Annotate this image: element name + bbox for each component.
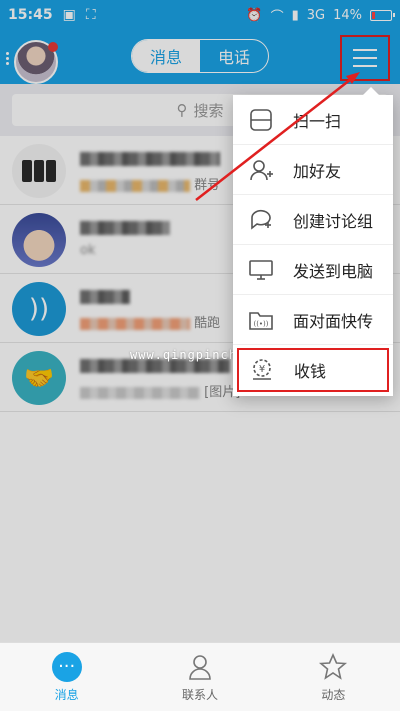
search-icon: ⚲ (176, 101, 188, 119)
menu-item-label: 面对面快传 (293, 311, 374, 331)
more-dropdown-menu: 扫一扫 加好友 创建讨论组 发送到电脑 ((•)) 面对面快传 ¥ 收钱 (233, 87, 393, 396)
blurred-preview (80, 179, 190, 192)
rss-icon: )) (12, 282, 66, 336)
add-friend-icon (247, 156, 275, 184)
signal-icon: ▮ (291, 7, 299, 23)
tab-moments[interactable]: 动态 (267, 643, 400, 711)
receive-money-icon: ¥ (248, 356, 276, 384)
blurred-name (80, 289, 130, 304)
message-call-switch: 消息 电话 (131, 39, 269, 73)
preview-suffix: 群号 (194, 178, 221, 193)
contact-avatar (12, 213, 66, 267)
bottom-tab-bar: ··· 消息 联系人 动态 (0, 642, 400, 711)
menu-item-create-discussion[interactable]: 创建讨论组 (233, 195, 393, 245)
tab-label: 消息 (54, 687, 79, 702)
my-avatar[interactable] (14, 40, 58, 84)
side-menu-indicator-icon (6, 52, 10, 66)
conversation-name (80, 217, 170, 236)
handshake-icon: 🤝 (12, 351, 66, 405)
menu-item-scan[interactable]: 扫一扫 (233, 95, 393, 145)
alarm-icon: ⏰ (246, 7, 263, 23)
network-type: 3G (306, 7, 326, 23)
status-time: 15:45 (8, 7, 53, 23)
conversation-name (80, 148, 220, 167)
avatar-badge (48, 42, 58, 52)
blurred-name (80, 151, 220, 166)
menu-item-label: 扫一扫 (293, 111, 342, 131)
star-icon (318, 652, 348, 682)
tab-calls[interactable]: 电话 (200, 40, 268, 72)
blurred-preview (80, 317, 190, 330)
menu-item-label: 发送到电脑 (293, 261, 374, 281)
conversation-preview: ok (80, 243, 95, 258)
menu-item-add-friend[interactable]: 加好友 (233, 145, 393, 195)
menu-item-face-to-face[interactable]: ((•)) 面对面快传 (233, 295, 393, 345)
search-placeholder: 搜索 (193, 101, 224, 120)
wifi-icon: ⌒ (270, 9, 284, 25)
conversation-name (80, 286, 130, 305)
scan-icon (247, 106, 275, 134)
contacts-icon (185, 652, 215, 682)
menu-item-label: 收钱 (294, 362, 327, 381)
more-menu-button[interactable] (340, 35, 390, 81)
tab-label: 动态 (321, 687, 346, 702)
preview-suffix: ok (80, 243, 96, 258)
tab-messages-bottom[interactable]: ··· 消息 (0, 643, 133, 711)
message-icon: ··· (51, 651, 82, 682)
conversation-preview: 酷跑 (80, 312, 220, 331)
conversation-preview: 群号 (80, 174, 220, 193)
monitor-icon (247, 256, 275, 284)
app-header: 消息 电话 (0, 30, 400, 84)
menu-item-label: 加好友 (293, 161, 342, 181)
group-avatar (12, 144, 66, 198)
svg-text:¥: ¥ (259, 364, 265, 375)
preview-suffix: 酷跑 (194, 316, 221, 331)
svg-text:((•)): ((•)) (253, 320, 268, 328)
screenshot-icon: ⛶ (85, 7, 96, 23)
conversation-preview: [图片] (80, 381, 240, 400)
folder-transfer-icon: ((•)) (247, 306, 275, 334)
discussion-icon (247, 206, 275, 234)
tab-label: 联系人 (181, 687, 218, 702)
status-bar: 15:45 ▣ ⛶ ⏰ ⌒ ▮ 3G 14% (0, 0, 400, 30)
battery-percent: 14% (333, 7, 362, 23)
menu-item-send-to-pc[interactable]: 发送到电脑 (233, 245, 393, 295)
blurred-name (80, 220, 170, 235)
menu-item-receive-money[interactable]: ¥ 收钱 (234, 345, 392, 395)
battery-icon (370, 9, 395, 21)
blurred-preview (80, 386, 200, 399)
tab-messages[interactable]: 消息 (132, 40, 200, 72)
notification-box-icon: ▣ (62, 7, 76, 23)
tab-contacts[interactable]: 联系人 (133, 643, 266, 711)
menu-item-label: 创建讨论组 (293, 211, 374, 231)
